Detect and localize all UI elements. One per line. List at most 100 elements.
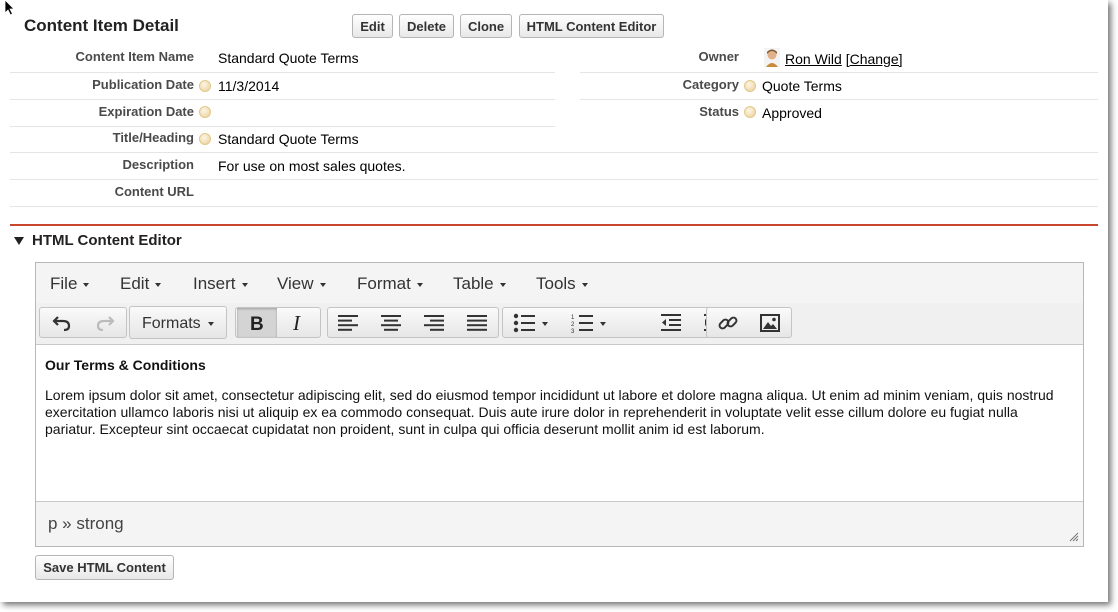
svg-text:B: B — [250, 314, 264, 333]
content-item-name-label: Content Item Name — [75, 49, 194, 64]
owner-value: Ron Wild [Change] — [785, 51, 903, 67]
menu-table[interactable]: Table — [453, 274, 506, 294]
menu-edit[interactable]: Edit — [120, 274, 162, 294]
delete-button[interactable]: Delete — [399, 14, 454, 38]
link-button[interactable] — [708, 308, 748, 337]
outdent-button[interactable] — [651, 308, 691, 337]
help-icon[interactable] — [199, 80, 211, 92]
help-icon[interactable] — [199, 133, 211, 145]
clone-button[interactable]: Clone — [460, 14, 512, 38]
collapse-triangle-icon[interactable] — [14, 237, 24, 245]
description-label: Description — [122, 157, 194, 172]
row-divider — [580, 72, 1098, 73]
content-item-page: Content Item Detail Edit Delete Clone HT… — [0, 0, 1108, 602]
align-right-button[interactable] — [414, 308, 454, 337]
menu-insert[interactable]: Insert — [193, 274, 248, 294]
image-button[interactable] — [750, 308, 790, 337]
category-label: Category — [682, 77, 739, 92]
menu-label: Format — [357, 274, 411, 293]
align-right-icon — [424, 314, 444, 331]
outdent-icon — [661, 313, 681, 331]
row-divider — [10, 126, 555, 127]
change-owner-link[interactable]: [Change] — [846, 51, 903, 67]
bullet-list-button[interactable] — [505, 308, 561, 337]
align-center-icon — [381, 314, 401, 331]
image-icon — [760, 313, 780, 332]
editor-toolbar: Formats B I 1 2 3 — [36, 303, 1083, 345]
save-html-content-button[interactable]: Save HTML Content — [35, 555, 174, 580]
bold-button[interactable]: B — [237, 308, 277, 337]
menu-label: Table — [453, 274, 494, 293]
row-divider — [10, 72, 555, 73]
chevron-down-icon — [241, 282, 248, 287]
help-icon[interactable] — [744, 80, 756, 92]
resize-grip-icon[interactable] — [1069, 532, 1079, 542]
italic-icon: I — [292, 313, 301, 333]
text-style-group: B I — [235, 307, 321, 338]
row-divider — [10, 179, 1098, 180]
undo-icon — [52, 315, 71, 331]
description-value: For use on most sales quotes. — [218, 158, 406, 174]
redo-icon — [96, 315, 115, 331]
menu-label: Edit — [120, 274, 150, 293]
align-justify-button[interactable] — [457, 308, 497, 337]
alignment-group — [327, 307, 499, 338]
owner-avatar-icon — [764, 48, 780, 67]
owner-label: Owner — [698, 49, 739, 64]
svg-text:2: 2 — [571, 322, 575, 328]
menu-format[interactable]: Format — [357, 274, 423, 294]
chevron-down-icon — [581, 282, 588, 287]
svg-text:1: 1 — [571, 315, 575, 321]
list-indent-group: 1 2 3 — [502, 307, 737, 338]
html-content-editor-button[interactable]: HTML Content Editor — [519, 14, 664, 38]
title-heading-value: Standard Quote Terms — [218, 131, 359, 147]
bullet-list-icon — [513, 313, 548, 332]
menu-label: Tools — [536, 274, 576, 293]
row-divider — [10, 99, 555, 100]
chevron-down-icon — [83, 282, 90, 287]
align-left-button[interactable] — [328, 308, 368, 337]
help-icon[interactable] — [744, 106, 756, 118]
chevron-down-icon — [319, 282, 326, 287]
menu-label: Insert — [193, 274, 236, 293]
chevron-down-icon — [416, 282, 423, 287]
content-item-name-value: Standard Quote Terms — [218, 50, 359, 66]
mouse-cursor-icon — [4, 0, 15, 16]
align-left-icon — [338, 314, 358, 331]
edit-button[interactable]: Edit — [352, 14, 393, 38]
link-icon — [718, 316, 738, 329]
italic-button[interactable]: I — [279, 308, 319, 337]
formats-dropdown[interactable]: Formats — [129, 306, 227, 339]
help-icon[interactable] — [199, 106, 211, 118]
align-center-button[interactable] — [371, 308, 411, 337]
element-path: p » strong — [48, 514, 124, 533]
editor-menubar: File Edit Insert View Format Table Tools — [36, 263, 1083, 304]
editor-content-area[interactable]: Our Terms & Conditions Lorem ipsum dolor… — [45, 357, 1070, 438]
expiration-date-label: Expiration Date — [98, 104, 194, 119]
svg-text:I: I — [292, 313, 301, 333]
bold-icon: B — [250, 314, 264, 333]
publication-date-value: 11/3/2014 — [218, 78, 280, 94]
row-divider — [10, 206, 1098, 207]
menu-tools[interactable]: Tools — [536, 274, 588, 294]
menu-label: File — [50, 274, 78, 293]
redo-button[interactable] — [85, 308, 125, 337]
chevron-down-icon — [208, 322, 214, 326]
numbered-list-button[interactable]: 1 2 3 — [563, 308, 619, 337]
chevron-down-icon — [155, 282, 162, 287]
content-url-label: Content URL — [114, 184, 194, 199]
editor-statusbar: p » strong — [36, 501, 1083, 546]
row-divider — [10, 152, 1098, 153]
section-title: HTML Content Editor — [32, 232, 182, 249]
formats-label: Formats — [142, 315, 201, 332]
menu-file[interactable]: File — [50, 274, 90, 294]
section-divider — [10, 224, 1098, 226]
insert-group — [706, 307, 792, 338]
svg-text:3: 3 — [571, 329, 575, 333]
menu-view[interactable]: View — [277, 274, 326, 294]
owner-link[interactable]: Ron Wild — [785, 51, 842, 67]
undo-button[interactable] — [42, 308, 82, 337]
row-divider — [580, 99, 1098, 100]
html-editor: File Edit Insert View Format Table Tools… — [35, 262, 1084, 547]
chevron-down-icon — [499, 282, 506, 287]
